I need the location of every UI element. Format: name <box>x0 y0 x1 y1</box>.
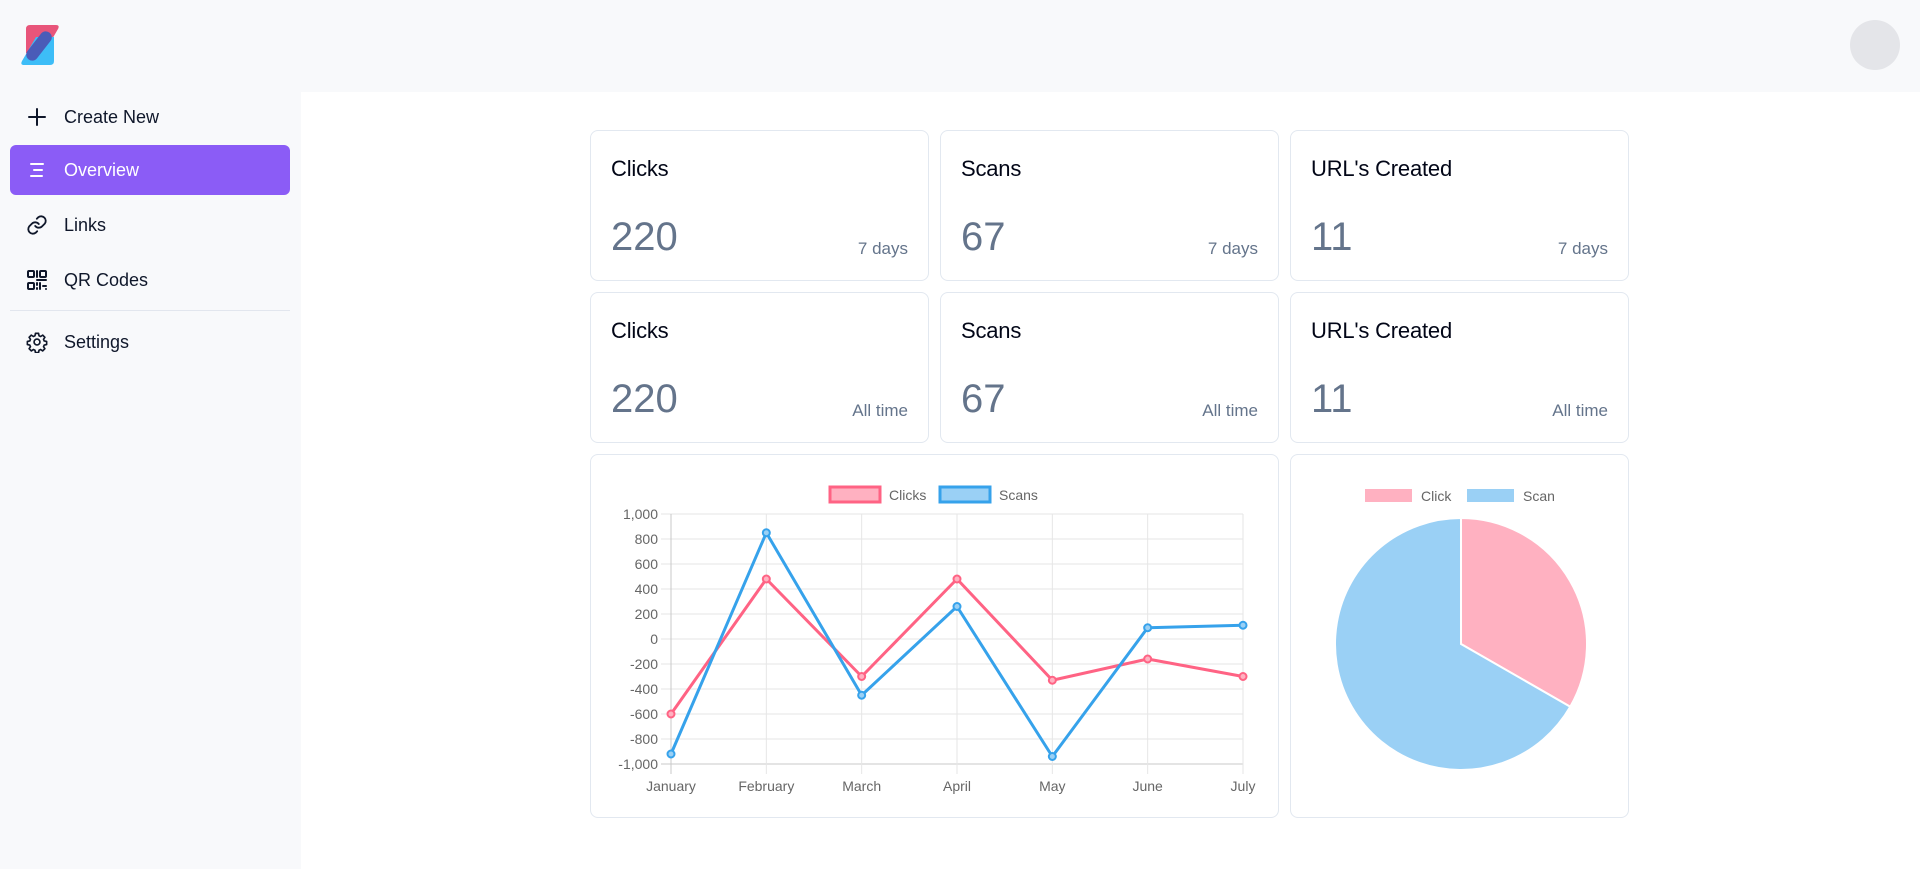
user-avatar[interactable] <box>1850 20 1900 70</box>
stat-value: 67 <box>961 377 1006 421</box>
stat-value: 67 <box>961 215 1006 259</box>
y-tick-label: 0 <box>650 631 658 647</box>
legend-label-clicks[interactable]: Clicks <box>889 487 926 503</box>
stat-title: URL's Created <box>1311 156 1452 181</box>
stat-period: 7 days <box>1557 239 1608 258</box>
sidebar-item-overview[interactable]: Overview <box>10 145 290 195</box>
sidebar-item-settings[interactable]: Settings <box>10 317 290 367</box>
legend-swatch-scan[interactable] <box>1467 489 1514 502</box>
sidebar-item-label: QR Codes <box>64 269 149 290</box>
app-logo[interactable] <box>20 25 60 65</box>
stat-title: Scans <box>961 156 1022 181</box>
x-tick-label: February <box>738 778 794 794</box>
stat-period: All time <box>852 401 908 420</box>
data-point-scans[interactable] <box>1143 623 1153 633</box>
x-tick-label: May <box>1039 778 1065 794</box>
stat-title: Scans <box>961 318 1022 343</box>
sidebar-item-label: Overview <box>64 159 140 180</box>
qr-code-icon <box>26 269 48 291</box>
stat-card-scans-all-time: Scans 67 All time <box>940 292 1279 443</box>
plus-icon <box>26 106 48 128</box>
data-point-scans[interactable] <box>857 690 867 700</box>
top-header <box>0 0 1920 92</box>
link-icon <box>26 214 48 236</box>
legend-label-scan[interactable]: Scan <box>1523 488 1555 504</box>
sidebar-item-label: Create New <box>64 106 160 127</box>
x-tick-label: April <box>943 778 971 794</box>
stat-title: Clicks <box>611 156 669 181</box>
legend-swatch-click[interactable] <box>1365 489 1412 502</box>
stat-title: URL's Created <box>1311 318 1452 343</box>
data-point-scans[interactable] <box>1238 620 1248 630</box>
legend-label-click[interactable]: Click <box>1421 488 1452 504</box>
pie-chart: Click Scan <box>1334 488 1588 771</box>
stat-period: 7 days <box>1207 239 1258 258</box>
y-tick-label: 800 <box>635 531 659 547</box>
sidebar-item-create-new[interactable]: Create New <box>10 92 290 142</box>
line-chart: 1,000 800 600 400 200 0 -200 -400 -600 -800 -1,000… <box>618 485 1256 794</box>
data-point-clicks[interactable] <box>666 709 676 719</box>
sidebar-item-links[interactable]: Links <box>10 200 290 250</box>
data-point-clicks[interactable] <box>761 574 771 584</box>
stat-card-scans-7-days: Scans 67 7 days <box>940 130 1279 281</box>
stat-period: 7 days <box>857 239 908 258</box>
y-tick-label: -200 <box>630 656 658 672</box>
line-chart-card: 1,000 800 600 400 200 0 -200 -400 -600 -800 -1,000… <box>590 454 1279 818</box>
sidebar: Create New Overview Links QR Codes Setti… <box>0 92 301 869</box>
stat-period: All time <box>1552 401 1608 420</box>
y-tick-label: -800 <box>630 731 658 747</box>
y-tick-label: -1,000 <box>618 756 658 772</box>
x-tick-label: June <box>1132 778 1163 794</box>
stat-value: 11 <box>1311 377 1353 421</box>
y-tick-label: -600 <box>630 706 658 722</box>
data-point-scans[interactable] <box>761 528 771 538</box>
legend-swatch-clicks[interactable] <box>828 485 882 504</box>
data-point-scans[interactable] <box>1047 752 1057 761</box>
x-tick-label: January <box>646 778 696 794</box>
sidebar-item-label: Links <box>64 214 107 235</box>
stat-value: 220 <box>611 215 678 259</box>
data-point-clicks[interactable] <box>857 672 867 681</box>
sidebar-divider <box>10 310 290 311</box>
y-tick-label: 600 <box>635 556 659 572</box>
legend-swatch-scans[interactable] <box>938 485 992 504</box>
data-point-clicks[interactable] <box>1238 672 1248 681</box>
stat-card-urls-all-time: URL's Created 11 All time <box>1290 292 1629 443</box>
pie-chart-card: Click Scan <box>1290 454 1629 818</box>
main-content: Clicks 220 7 days Scans 67 7 days URL's … <box>301 92 1920 869</box>
sidebar-item-label: Settings <box>64 331 130 352</box>
stat-card-urls-7-days: URL's Created 11 7 days <box>1290 130 1629 281</box>
data-point-scans[interactable] <box>952 602 962 611</box>
data-point-scans[interactable] <box>666 749 676 759</box>
x-tick-label: March <box>842 778 881 794</box>
data-point-clicks[interactable] <box>952 574 962 584</box>
stat-title: Clicks <box>611 318 669 343</box>
sidebar-item-qr-codes[interactable]: QR Codes <box>10 255 290 305</box>
stat-period: All time <box>1202 401 1258 420</box>
y-tick-label: -400 <box>630 681 658 697</box>
logo-icon <box>21 25 59 65</box>
gear-icon <box>26 331 48 353</box>
overview-icon <box>26 159 48 181</box>
y-tick-label: 400 <box>635 581 659 597</box>
y-tick-label: 1,000 <box>623 506 658 522</box>
data-point-clicks[interactable] <box>1047 675 1057 685</box>
x-tick-label: July <box>1231 778 1256 794</box>
stat-value: 11 <box>1311 215 1353 259</box>
stat-value: 220 <box>611 377 678 421</box>
stat-card-clicks-7-days: Clicks 220 7 days <box>590 130 929 281</box>
y-tick-label: 200 <box>635 606 659 622</box>
legend-label-scans[interactable]: Scans <box>999 487 1038 503</box>
data-point-clicks[interactable] <box>1143 654 1153 664</box>
stat-card-clicks-all-time: Clicks 220 All time <box>590 292 929 443</box>
